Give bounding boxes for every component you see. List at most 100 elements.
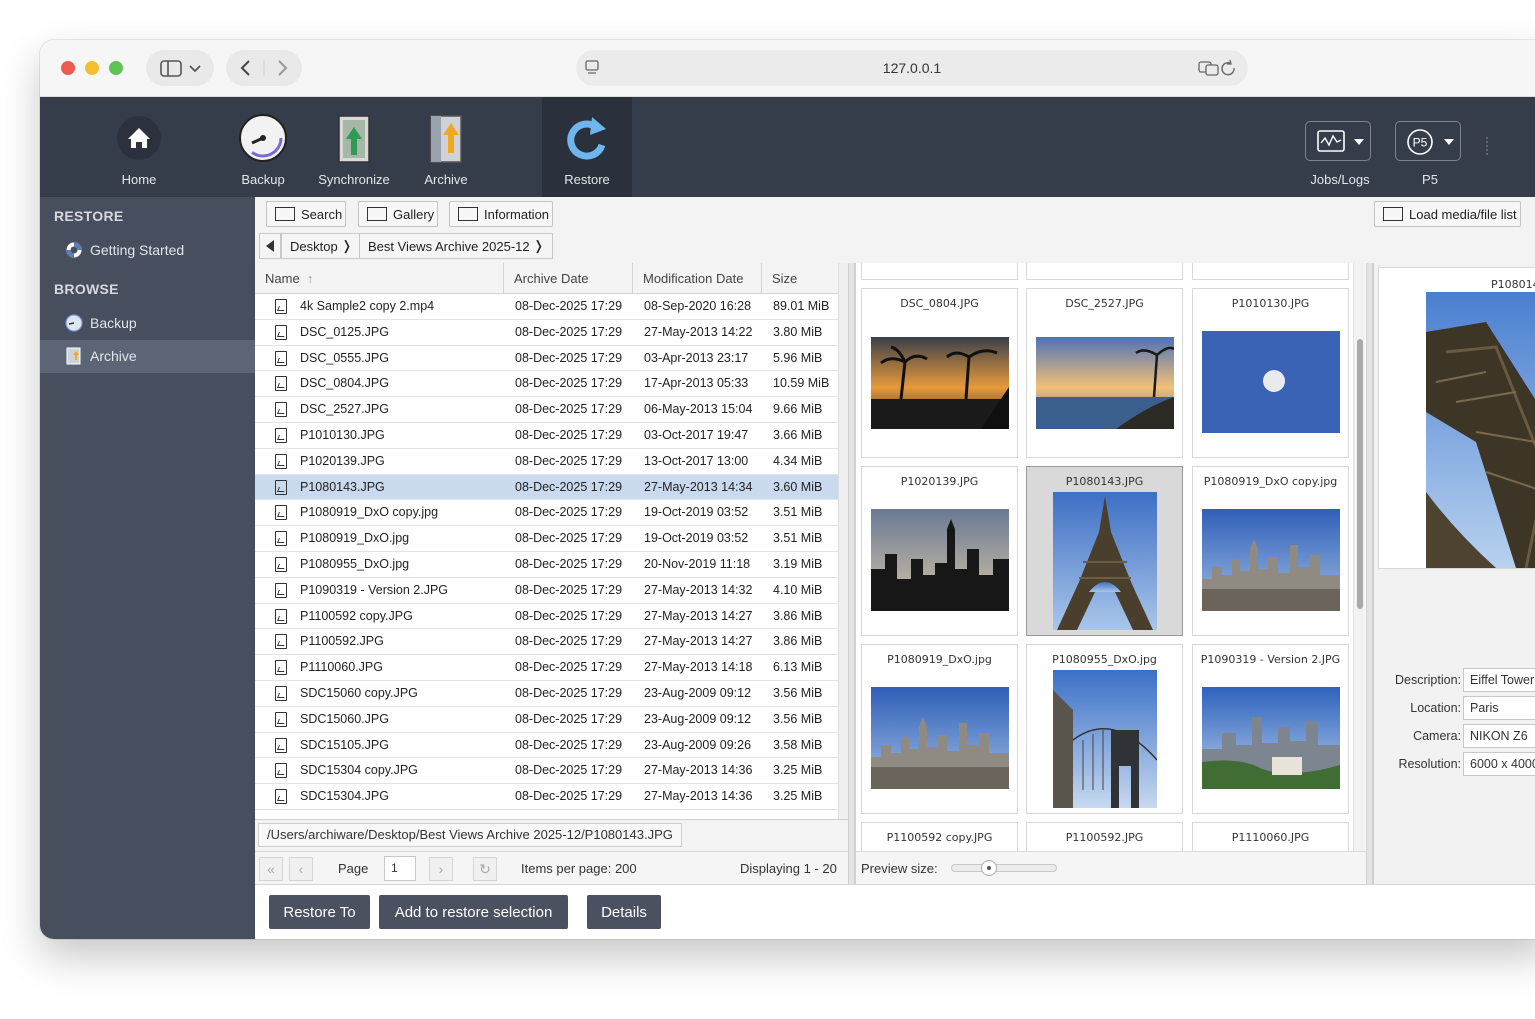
- metadata-value-field[interactable]: NIKON Z6: [1463, 724, 1535, 748]
- sidebar-toggle-button[interactable]: [146, 50, 214, 86]
- gallery-tile[interactable]: DSC_2527.JPG: [1026, 288, 1183, 458]
- jobs-logs-icon: [1317, 130, 1364, 152]
- table-row[interactable]: P1080143.JPG 08-Dec-2025 17:29 27-May-2013…: [255, 474, 838, 501]
- cell-size: 3.25 MiB: [773, 763, 823, 778]
- table-row[interactable]: DSC_2527.JPG 08-Dec-2025 17:29 06-May-2013…: [255, 397, 838, 423]
- gallery-tile[interactable]: [1192, 263, 1349, 280]
- table-row[interactable]: P1090319 - Version 2.JPG 08-Dec-2025 17:2…: [255, 578, 838, 604]
- column-size[interactable]: Size: [762, 263, 838, 294]
- table-gallery-splitter[interactable]: [848, 263, 855, 884]
- gallery-tile-name: P1090319 - Version 2.JPG: [1200, 653, 1341, 666]
- metadata-row: Location: Paris: [1374, 696, 1535, 720]
- table-row[interactable]: P1020139.JPG 08-Dec-2025 17:29 13-Oct-2017…: [255, 449, 838, 475]
- first-page-button[interactable]: «: [259, 857, 283, 881]
- zoom-window-button[interactable]: [109, 61, 123, 75]
- triangle-left-icon: [266, 240, 274, 252]
- gallery-tile[interactable]: P1090319 - Version 2.JPG: [1192, 644, 1349, 814]
- cell-size: 3.80 MiB: [773, 324, 823, 339]
- next-page-button[interactable]: ›: [429, 857, 453, 881]
- table-row[interactable]: P1080919_DxO.jpg 08-Dec-2025 17:29 19-Oct-…: [255, 526, 838, 552]
- table-row[interactable]: DSC_0804.JPG 08-Dec-2025 17:29 17-Apr-2013…: [255, 371, 838, 398]
- breadcrumb-item-desktop[interactable]: Desktop ❭: [281, 233, 362, 259]
- p5-dropdown[interactable]: P5: [1395, 121, 1461, 161]
- table-row[interactable]: P1080919_DxO copy.jpg 08-Dec-2025 17:29 19…: [255, 500, 838, 527]
- sidebar-item-getting-started[interactable]: Getting Started: [40, 234, 255, 267]
- gallery-scroll-thumb[interactable]: [1357, 339, 1363, 609]
- sidebar-item-archive[interactable]: Archive: [40, 340, 255, 373]
- prev-page-button[interactable]: ‹: [289, 857, 313, 881]
- table-row[interactable]: P1100592 copy.JPG 08-Dec-2025 17:29 27-May…: [255, 604, 838, 630]
- gallery-tile[interactable]: [1026, 263, 1183, 280]
- add-to-restore-selection-button[interactable]: Add to restore selection: [379, 895, 568, 929]
- archive-tool[interactable]: Archive: [401, 97, 491, 197]
- p5-icon: P5: [1407, 129, 1454, 155]
- column-name[interactable]: Name ↑: [255, 263, 504, 294]
- table-row[interactable]: P1080955_DxO.jpg 08-Dec-2025 17:29 20-Nov-…: [255, 552, 838, 578]
- address-bar[interactable]: 127.0.0.1: [576, 50, 1248, 86]
- gallery-tile[interactable]: [861, 263, 1018, 280]
- table-scrollbar[interactable]: [838, 263, 848, 819]
- table-row[interactable]: SDC15060.JPG 08-Dec-2025 17:29 23-Aug-2009…: [255, 707, 838, 733]
- cell-archive-date: 08-Dec-2025 17:29: [515, 453, 623, 468]
- restore-to-button[interactable]: Restore To: [269, 895, 370, 929]
- gallery-tile[interactable]: P1110060.JPG: [1192, 822, 1349, 851]
- metadata-value-field[interactable]: Eiffel Tower: [1463, 668, 1535, 692]
- restore-tool[interactable]: Restore: [542, 97, 632, 197]
- search-view-button[interactable]: Search: [266, 201, 346, 227]
- gallery-scrollbar[interactable]: [1353, 263, 1365, 851]
- thumbnail-image: [871, 509, 1009, 614]
- details-button[interactable]: Details: [587, 895, 661, 929]
- home-tool[interactable]: Home: [94, 97, 184, 197]
- gallery-tile[interactable]: P1080143.JPG: [1026, 466, 1183, 636]
- cell-name: P1020139.JPG: [300, 453, 385, 468]
- metadata-value-field[interactable]: 6000 x 4000: [1463, 752, 1535, 776]
- column-modification-date[interactable]: Modification Date: [633, 263, 762, 294]
- gallery-tile[interactable]: P1080919_DxO copy.jpg: [1192, 466, 1349, 636]
- minimize-window-button[interactable]: [85, 61, 99, 75]
- gallery-tile[interactable]: DSC_0804.JPG: [861, 288, 1018, 458]
- gallery-tile[interactable]: P1080955_DxO.jpg: [1026, 644, 1183, 814]
- table-row[interactable]: SDC15304.JPG 08-Dec-2025 17:29 27-May-2013…: [255, 784, 838, 810]
- table-row[interactable]: SDC15060 copy.JPG 08-Dec-2025 17:29 23-Aug…: [255, 681, 838, 707]
- cell-archive-date: 08-Dec-2025 17:29: [515, 660, 623, 675]
- gallery-tile[interactable]: P1020139.JPG: [861, 466, 1018, 636]
- sidebar-item-backup[interactable]: Backup: [40, 307, 255, 340]
- jobs-logs-dropdown[interactable]: [1305, 121, 1371, 161]
- table-row[interactable]: P1100592.JPG 08-Dec-2025 17:29 27-May-2013…: [255, 629, 838, 656]
- gallery-preview-splitter[interactable]: [1366, 263, 1373, 884]
- breadcrumb-back-button[interactable]: [259, 233, 281, 259]
- table-row[interactable]: P1010130.JPG 08-Dec-2025 17:29 03-Oct-2017…: [255, 423, 838, 449]
- cell-modification-date: 27-May-2013 14:36: [644, 763, 753, 778]
- information-view-button[interactable]: Information: [449, 201, 553, 227]
- translate-reload-icons[interactable]: [1198, 59, 1238, 77]
- gallery-tile-name: P1100592 copy.JPG: [886, 831, 993, 844]
- gallery-tile[interactable]: P1100592.JPG: [1026, 822, 1183, 851]
- gallery-tile[interactable]: P1010130.JPG: [1192, 288, 1349, 458]
- backup-tool[interactable]: Backup: [218, 97, 308, 197]
- close-window-button[interactable]: [61, 61, 75, 75]
- gallery-view-button[interactable]: Gallery: [358, 201, 438, 227]
- gallery-tile[interactable]: P1080919_DxO.jpg: [861, 644, 1018, 814]
- preview-size-slider[interactable]: [951, 860, 1057, 876]
- table-row[interactable]: SDC15304 copy.JPG 08-Dec-2025 17:29 27-May…: [255, 758, 838, 785]
- table-row[interactable]: DSC_0125.JPG 08-Dec-2025 17:29 27-May-2013…: [255, 320, 838, 346]
- metadata-value-field[interactable]: Paris: [1463, 696, 1535, 720]
- app-toolbar: Home Backup Synchronize Archive Restore …: [40, 97, 1535, 197]
- load-media-list-button[interactable]: Load media/file list: [1374, 201, 1521, 227]
- column-archive-date[interactable]: Archive Date: [504, 263, 633, 294]
- page-number-input[interactable]: 1: [384, 856, 416, 881]
- gallery-tile[interactable]: P1100592 copy.JPG: [861, 822, 1018, 851]
- page-icon: [585, 60, 599, 74]
- image-file-icon: [275, 660, 287, 676]
- breadcrumb-item-archive-folder[interactable]: Best Views Archive 2025-12 ❭: [359, 233, 554, 259]
- slider-knob[interactable]: [981, 860, 998, 876]
- table-row[interactable]: SDC15105.JPG 08-Dec-2025 17:29 23-Aug-2009…: [255, 733, 838, 759]
- gallery-tile-name: DSC_0804.JPG: [900, 297, 979, 310]
- refresh-button[interactable]: ↻: [473, 857, 497, 881]
- table-row[interactable]: P1110060.JPG 08-Dec-2025 17:29 27-May-2013…: [255, 655, 838, 681]
- table-row[interactable]: DSC_0555.JPG 08-Dec-2025 17:29 03-Apr-2013…: [255, 346, 838, 372]
- thumbnail-image: [1053, 670, 1158, 811]
- table-row[interactable]: 4k Sample2 copy 2.mp4 08-Dec-2025 17:29 08…: [255, 294, 838, 320]
- cell-name: P1080919_DxO.jpg: [300, 531, 410, 546]
- synchronize-tool[interactable]: Synchronize: [309, 97, 399, 197]
